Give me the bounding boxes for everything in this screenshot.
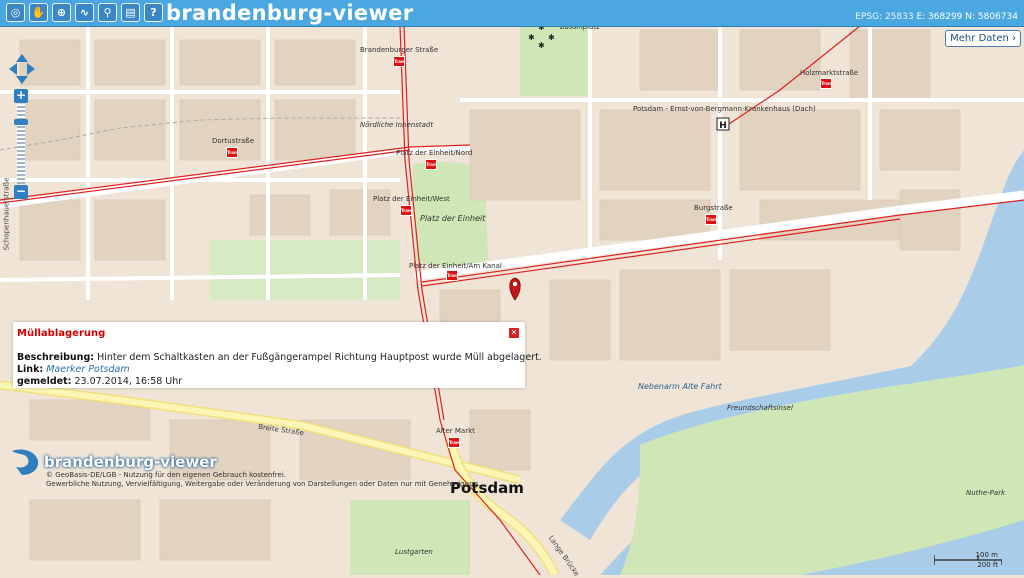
epsg-code: EPSG: 25833 [855,12,914,22]
tram-stop-icon[interactable]: Tram [393,56,405,67]
pan-left-icon [9,63,17,75]
layers-icon[interactable]: ▤ [121,3,140,22]
hospital-icon: H [716,117,730,131]
scale-bar: 100 m 200 ft [934,551,1002,569]
label-lustgarten: Lustgarten [395,548,433,556]
popup-link: Link: Maerker Potsdam [17,364,130,375]
beschreibung-value: Hinter dem Schaltkasten an der Fußgänger… [97,352,542,363]
hand-icon[interactable]: ✋ [29,3,48,22]
measure-icon[interactable]: ∿ [75,3,94,22]
close-icon[interactable]: ✕ [509,328,519,338]
easting: E: 368299 [916,12,963,22]
help-icon[interactable]: ? [144,3,163,22]
stop-label-dortus: Dortustraße [212,137,255,145]
tram-stop-icon[interactable]: Tram [446,270,458,281]
label-schopenhauerstrasse: Schopenhauerstraße [2,177,11,251]
svg-text:✱: ✱ [528,33,535,42]
copyright-line1: © GeoBasis-DE/LGB - Nutzung für den eige… [46,471,286,479]
popup-beschreibung: Beschreibung: Hinter dem Schaltkasten an… [17,352,542,363]
pan-up-icon [16,54,28,62]
mehr-daten-button[interactable]: Mehr Daten › [945,30,1021,47]
label-krankenhaus: Potsdam - Ernst-von-Bergmann-Krankenhaus… [633,105,816,113]
link-label: Link: [17,364,44,375]
logo-icon [12,449,39,475]
popup-gemeldet: gemeldet: 23.07.2014, 16:58 Uhr [17,376,182,387]
beschreibung-label: Beschreibung: [17,352,95,363]
svg-text:H: H [719,121,727,131]
tram-stop-icon[interactable]: Tram [705,214,717,225]
stop-label-burg: Burgstraße [694,204,733,212]
tram-stop-icon[interactable]: Tram [226,147,238,158]
chevron-right-icon: › [1012,33,1016,44]
park-lustgarten [350,500,470,575]
zoom-bar[interactable] [17,104,25,184]
label-nebenarm: Nebenarm Alte Fahrt [638,382,722,391]
top-toolbar: ◎ ✋ ⊕ ∿ ⚲ ▤ ? brandenburg-viewer EPSG: 2… [0,0,1024,27]
popup-title: Müllablagerung [17,328,106,339]
search-icon[interactable]: ⚲ [98,3,117,22]
coordinate-readout: EPSG: 25833 E: 368299 N: 5806734 [855,12,1018,22]
brand-logo: brandenburg-viewer [8,447,217,481]
pan-right-icon [27,63,35,75]
stop-label-pde-nord: Platz der Einheit/Nord [396,149,473,157]
stop-label-holzmarkt: Holzmarktstraße [800,69,859,77]
link-value[interactable]: Maerker Potsdam [46,364,129,375]
svg-text:✱: ✱ [538,41,545,50]
tram-stop-icon[interactable]: Tram [448,437,460,448]
label-freundschaftsinsel: Freundschaftsinsel [727,404,793,412]
park-kanal [210,240,400,300]
northing: N: 5806734 [965,12,1018,22]
app-title: brandenburg-viewer [166,1,414,25]
label-platz-der-einheit: Platz der Einheit [420,214,486,223]
scale-ft: 200 ft [977,561,998,569]
zoom-icon[interactable]: ⊕ [52,3,71,22]
logo-text: brandenburg-viewer [44,453,217,471]
stop-label-alter-markt: Alter Markt [436,427,475,435]
mehr-daten-label: Mehr Daten [950,33,1009,44]
copyright-line2: Gewerbliche Nutzung, Vervielfältigung, W… [46,480,481,488]
svg-text:✱: ✱ [548,33,555,42]
gemeldet-label: gemeldet: [17,376,72,387]
pan-down-icon [16,76,28,84]
label-nuthe-park: Nuthe-Park [966,489,1006,497]
stop-label-brandenburger: Brandenburger Straße [360,46,439,54]
label-noerdliche-innenstadt: Nördliche Innenstadt [360,121,434,129]
scale-m: 100 m [975,551,998,559]
zoom-slider-handle[interactable] [14,119,28,125]
tram-stop-icon[interactable]: Tram [400,205,412,216]
zoom-in-button[interactable]: + [14,89,28,103]
stop-label-pde-kanal: Platz der Einheit/Am Kanal [409,262,502,270]
pan-control[interactable] [9,54,35,84]
tram-stop-icon[interactable]: Tram [425,159,437,170]
stop-label-pde-west: Platz der Einheit/West [373,195,450,203]
gemeldet-value: 23.07.2014, 16:58 Uhr [74,376,183,387]
globe-icon[interactable]: ◎ [6,3,25,22]
copyright-notice: © GeoBasis-DE/LGB - Nutzung für den eige… [46,471,480,489]
feature-info-popup: Müllablagerung ✕ Beschreibung: Hinter de… [13,322,542,388]
tram-stop-icon[interactable]: Tram [820,78,832,89]
zoom-out-button[interactable]: − [14,185,28,199]
